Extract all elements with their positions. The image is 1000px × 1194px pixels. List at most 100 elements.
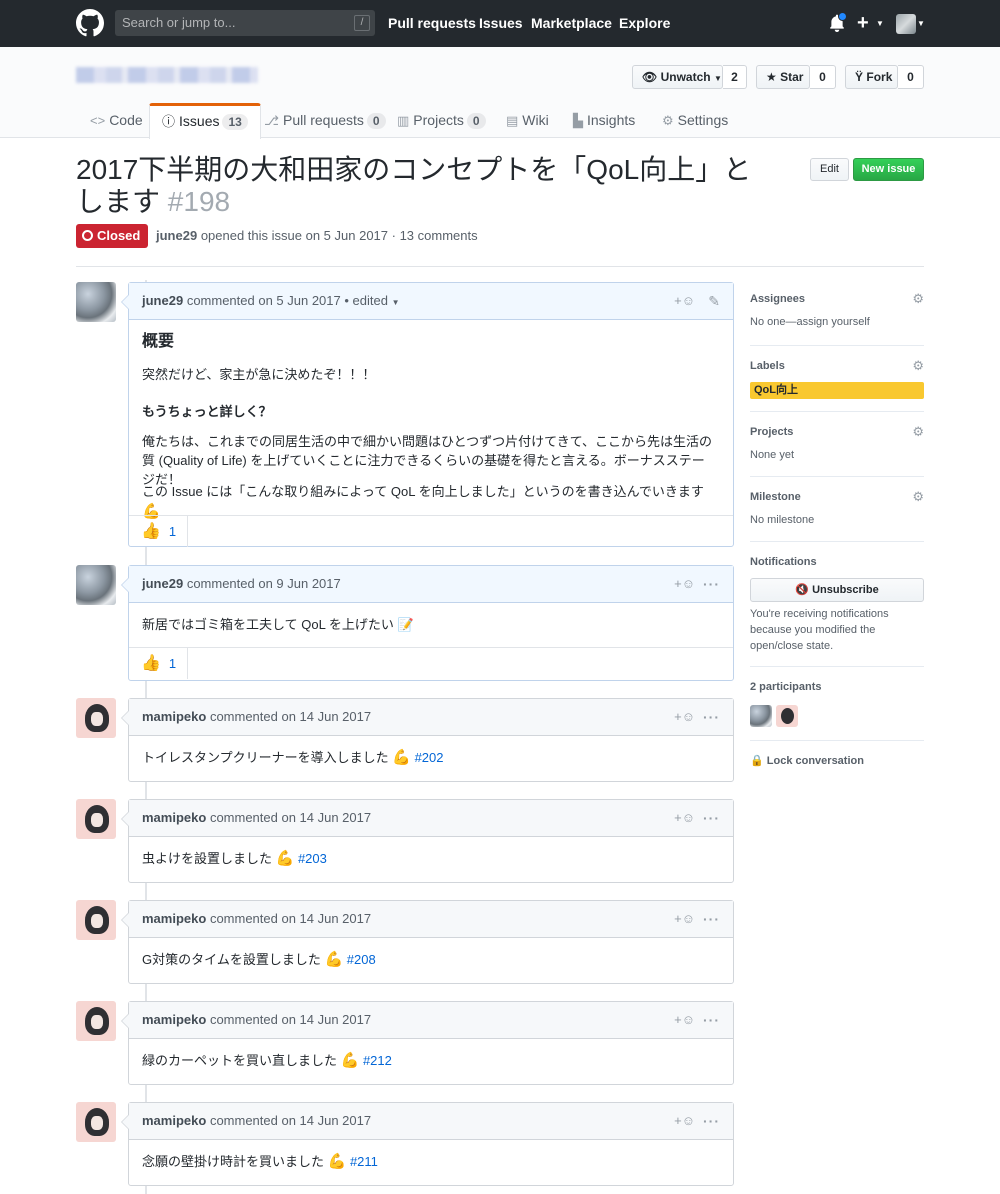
tab-settings[interactable]: ⚙ Settings (662, 103, 728, 138)
avatar[interactable] (76, 565, 116, 605)
avatar[interactable] (76, 1001, 116, 1041)
comment-author[interactable]: mamipeko (142, 911, 206, 926)
unwatch-label: Unwatch (660, 70, 711, 84)
more-options-icon[interactable]: ··· (703, 1103, 720, 1139)
fork-button[interactable]: Ÿ Fork (845, 65, 898, 89)
issue-reference-link[interactable]: #202 (415, 750, 444, 765)
avatar[interactable] (76, 900, 116, 940)
participant-avatar[interactable] (750, 705, 772, 727)
comment-author[interactable]: mamipeko (142, 1012, 206, 1027)
unwatch-button[interactable]: 👁 Unwatch ▼ (632, 65, 723, 89)
comment-text: トイレスタンプクリーナーを導入しました (142, 750, 389, 765)
label-chip[interactable]: QoL向上 (750, 382, 924, 399)
comment-timestamp[interactable]: commented on 14 Jun 2017 (210, 810, 371, 825)
issue-reference-link[interactable]: #211 (350, 1154, 378, 1169)
edit-button[interactable]: Edit (810, 158, 849, 181)
comment-timestamp[interactable]: commented on 5 Jun 2017 (187, 293, 341, 308)
thumbs-up-reaction[interactable]: 👍 1 (129, 648, 188, 679)
milestone-value: No milestone (750, 514, 815, 526)
comment-author[interactable]: mamipeko (142, 1113, 206, 1128)
more-options-icon[interactable]: ··· (703, 566, 720, 602)
github-logo-icon[interactable] (76, 9, 104, 37)
user-avatar[interactable] (896, 14, 916, 34)
comment-text: 虫よけを設置しました (142, 851, 273, 866)
add-reaction-icon[interactable]: +☺ (674, 699, 695, 735)
nav-issues[interactable]: Issues (479, 0, 523, 47)
star-count[interactable]: 0 (810, 65, 836, 89)
comment-timestamp[interactable]: commented on 9 Jun 2017 (187, 576, 341, 591)
muscle-emoji-icon: 💪 (340, 1052, 360, 1069)
comment-timestamp[interactable]: commented on 14 Jun 2017 (210, 1012, 371, 1027)
more-options-icon[interactable]: ··· (703, 699, 720, 735)
assignees-value[interactable]: No one—assign yourself (750, 316, 924, 328)
tab-pull-requests[interactable]: ⎇ Pull requests 0 (264, 103, 386, 138)
new-issue-button[interactable]: New issue (853, 158, 924, 181)
add-reaction-icon[interactable]: +☺ (674, 1103, 695, 1139)
gear-icon[interactable]: ⚙ (912, 424, 924, 440)
issue-reference-link[interactable]: #208 (347, 952, 376, 967)
reaction-count: 1 (168, 656, 177, 671)
tab-code[interactable]: <> Code (90, 103, 143, 138)
comment-author[interactable]: mamipeko (142, 709, 206, 724)
issue-author-link[interactable]: june29 (156, 228, 197, 243)
sidebar-milestone[interactable]: Milestone ⚙ No milestone (750, 489, 924, 526)
create-new-plus-icon[interactable]: + (857, 10, 869, 36)
lock-conversation-link[interactable]: 🔒 Lock conversation (750, 754, 864, 767)
more-options-icon[interactable]: ··· (703, 800, 720, 836)
unsubscribe-button[interactable]: 🔇 Unsubscribe (750, 578, 924, 602)
edited-dropdown[interactable]: • edited (344, 293, 388, 308)
more-options-icon[interactable]: ··· (703, 1002, 720, 1038)
eye-icon: 👁 (642, 70, 658, 84)
avatar[interactable] (76, 282, 116, 322)
comment: mamipeko commented on 14 Jun 2017 +☺ ···… (121, 698, 734, 782)
add-reaction-icon[interactable]: +☺ (674, 901, 695, 937)
tab-wiki[interactable]: ▤ Wiki (506, 103, 549, 138)
comment-text: 新居ではゴミ箱を工夫して QoL を上げたい (142, 617, 394, 632)
fork-count[interactable]: 0 (898, 65, 924, 89)
add-reaction-icon[interactable]: +☺ (674, 1002, 695, 1038)
nav-pull-requests[interactable]: Pull requests (388, 0, 476, 47)
avatar[interactable] (76, 698, 116, 738)
participants-title: 2 participants (750, 681, 822, 693)
status-badge: Closed (76, 224, 148, 248)
avatar[interactable] (76, 799, 116, 839)
repo-header: 👁 Unwatch ▼ 2 ★ Star 0 Ÿ Fork 0 <> Code ⓘ… (0, 47, 1000, 139)
comment-body: 虫よけを設置しました 💪 #203 (129, 837, 733, 881)
watch-count[interactable]: 2 (723, 65, 747, 89)
comment-author[interactable]: june29 (142, 576, 183, 591)
avatar[interactable] (76, 1102, 116, 1142)
search-input[interactable]: Search or jump to... / (115, 10, 375, 36)
more-options-icon[interactable]: ··· (703, 901, 720, 937)
tab-issues[interactable]: ⓘ Issues 13 (149, 103, 261, 139)
comment-author[interactable]: mamipeko (142, 810, 206, 825)
unsubscribe-label: Unsubscribe (812, 584, 879, 596)
muscle-emoji-icon: 💪 (275, 850, 295, 867)
thumbs-up-reaction[interactable]: 👍 1 (129, 516, 188, 547)
sidebar-assignees[interactable]: Assignees ⚙ No one—assign yourself (750, 291, 924, 328)
star-button[interactable]: ★ Star (756, 65, 810, 89)
gear-icon[interactable]: ⚙ (912, 291, 924, 307)
tab-projects[interactable]: ▥ Projects 0 (397, 103, 486, 138)
participant-avatar[interactable] (776, 705, 798, 727)
gear-icon: ⚙ (662, 113, 674, 128)
nav-marketplace[interactable]: Marketplace (531, 0, 612, 47)
comment-timestamp[interactable]: commented on 14 Jun 2017 (210, 1113, 371, 1128)
sidebar-labels[interactable]: Labels ⚙ (750, 358, 924, 374)
add-reaction-icon[interactable]: +☺ (674, 283, 695, 319)
thumbs-up-icon: 👍 (141, 523, 161, 540)
tab-insights[interactable]: ▙ Insights (573, 103, 635, 138)
nav-explore[interactable]: Explore (619, 0, 670, 47)
add-reaction-icon[interactable]: +☺ (674, 800, 695, 836)
gear-icon[interactable]: ⚙ (912, 358, 924, 374)
comment-timestamp[interactable]: commented on 14 Jun 2017 (210, 709, 371, 724)
comment-author[interactable]: june29 (142, 293, 183, 308)
issue-reference-link[interactable]: #203 (298, 851, 327, 866)
issue-reference-link[interactable]: #212 (363, 1053, 392, 1068)
tab-label: Projects (413, 112, 464, 128)
comment-header: mamipeko commented on 14 Jun 2017 +☺ ··· (121, 1002, 733, 1039)
sidebar-projects[interactable]: Projects ⚙ None yet (750, 424, 924, 461)
add-reaction-icon[interactable]: +☺ (674, 566, 695, 602)
pencil-icon[interactable]: ✎ (708, 283, 720, 319)
gear-icon[interactable]: ⚙ (912, 489, 924, 505)
comment-timestamp[interactable]: commented on 14 Jun 2017 (210, 911, 371, 926)
